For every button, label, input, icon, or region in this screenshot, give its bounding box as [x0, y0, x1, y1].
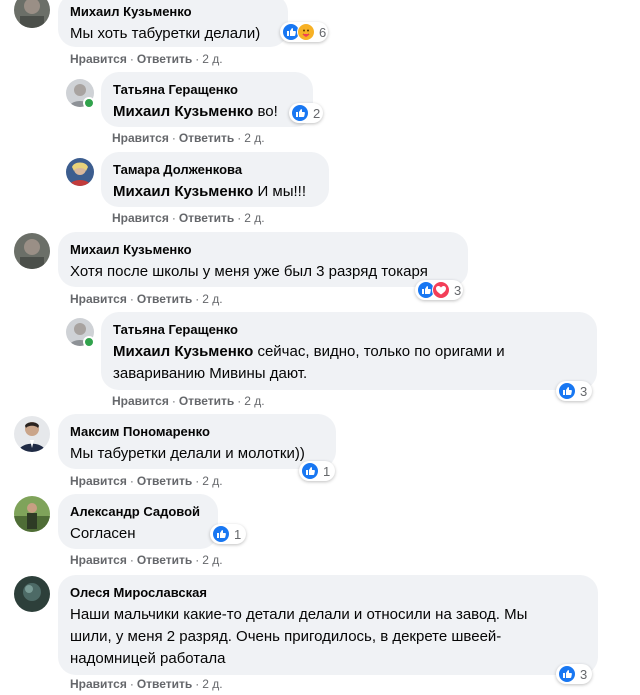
- like-button[interactable]: Нравится: [112, 211, 169, 225]
- love-reaction-icon: [432, 281, 450, 299]
- avatar[interactable]: [14, 233, 50, 269]
- like-reaction-icon: [301, 462, 319, 480]
- avatar[interactable]: [66, 158, 94, 186]
- like-button[interactable]: Нравится: [112, 131, 169, 145]
- comment-time[interactable]: 2 д.: [244, 131, 264, 145]
- comment-text: Михаил Кузьменко И мы!!!: [113, 183, 306, 200]
- comment-bubble: Михаил Кузьменко Хотя после школы у меня…: [58, 232, 468, 287]
- reply-button[interactable]: Ответить: [137, 292, 192, 306]
- like-reaction-icon: [291, 104, 309, 122]
- comment-author[interactable]: Александр Садовой: [70, 504, 206, 520]
- like-button[interactable]: Нравится: [70, 474, 127, 488]
- reaction-count: 1: [323, 463, 331, 479]
- comment-author[interactable]: Татьяна Геращенко: [113, 82, 301, 98]
- comment-author[interactable]: Михаил Кузьменко: [70, 242, 456, 258]
- like-reaction-icon: [558, 665, 576, 683]
- comment-actions: Нравится · Ответить · 2 д.: [112, 394, 265, 408]
- comment-text: Наши мальчики какие-то детали делали и о…: [70, 606, 528, 667]
- reply-button[interactable]: Ответить: [179, 394, 234, 408]
- comment-text: Мы хоть табуретки делали): [70, 25, 261, 42]
- comment-time[interactable]: 2 д.: [202, 292, 222, 306]
- like-button[interactable]: Нравится: [70, 292, 127, 306]
- like-reaction-icon: [558, 382, 576, 400]
- comment-time[interactable]: 2 д.: [202, 52, 222, 66]
- comment-bubble: Александр Садовой Согласен: [58, 494, 218, 549]
- reaction-summary[interactable]: 2: [289, 103, 323, 123]
- avatar[interactable]: [14, 416, 50, 452]
- comment-actions: Нравится · Ответить · 2 д.: [112, 131, 265, 145]
- comment-author[interactable]: Тамара Долженкова: [113, 162, 317, 178]
- reaction-count: 3: [580, 666, 588, 682]
- reaction-count: 3: [580, 383, 588, 399]
- reaction-count: 3: [454, 282, 462, 298]
- comment-text: Хотя после школы у меня уже был 3 разряд…: [70, 263, 428, 280]
- comment-time[interactable]: 2 д.: [244, 211, 264, 225]
- reaction-summary[interactable]: 1: [299, 461, 335, 481]
- like-reaction-icon: [212, 525, 230, 543]
- comment-time[interactable]: 2 д.: [202, 677, 222, 691]
- like-button[interactable]: Нравится: [70, 677, 127, 691]
- online-status-icon: [83, 336, 95, 348]
- reaction-count: 6: [319, 24, 327, 40]
- reply-button[interactable]: Ответить: [137, 677, 192, 691]
- comment-actions: Нравится · Ответить · 2 д.: [70, 474, 223, 488]
- comment-text: Михаил Кузьменко сейчас, видно, только п…: [113, 343, 505, 382]
- comment-bubble: Тамара Долженкова Михаил Кузьменко И мы!…: [101, 152, 329, 207]
- comment-bubble: Олеся Мирославская Наши мальчики какие-т…: [58, 575, 598, 675]
- online-status-icon: [83, 97, 95, 109]
- reaction-summary[interactable]: 1: [210, 524, 246, 544]
- comment-text: Михаил Кузьменко во!: [113, 103, 278, 120]
- reaction-count: 1: [234, 526, 242, 542]
- comment-time[interactable]: 2 д.: [202, 553, 222, 567]
- comment-bubble: Татьяна Геращенко Михаил Кузьменко во!: [101, 72, 313, 127]
- comment-actions: Нравится · Ответить · 2 д.: [70, 292, 223, 306]
- comment-author[interactable]: Максим Пономаренко: [70, 424, 324, 440]
- mention-link[interactable]: Михаил Кузьменко: [113, 103, 253, 120]
- reply-button[interactable]: Ответить: [179, 211, 234, 225]
- reaction-summary[interactable]: 3: [556, 664, 592, 684]
- reply-button[interactable]: Ответить: [137, 553, 192, 567]
- comment-bubble: Максим Пономаренко Мы табуретки делали и…: [58, 414, 336, 469]
- reaction-count: 2: [313, 105, 321, 121]
- avatar[interactable]: [14, 496, 50, 532]
- comment-time[interactable]: 2 д.: [202, 474, 222, 488]
- care-reaction-icon: [297, 23, 315, 41]
- comment-actions: Нравится · Ответить · 2 д.: [70, 553, 223, 567]
- comment-author[interactable]: Олеся Мирославская: [70, 585, 586, 601]
- comment-text: Согласен: [70, 525, 136, 542]
- comment-actions: Нравится · Ответить · 2 д.: [112, 211, 265, 225]
- comment-bubble: Михаил Кузьменко Мы хоть табуретки делал…: [58, 0, 288, 47]
- reply-button[interactable]: Ответить: [137, 474, 192, 488]
- comment-actions: Нравится · Ответить · 2 д.: [70, 677, 223, 691]
- like-button[interactable]: Нравится: [70, 52, 127, 66]
- reply-button[interactable]: Ответить: [137, 52, 192, 66]
- like-button[interactable]: Нравится: [70, 553, 127, 567]
- avatar[interactable]: [14, 576, 50, 612]
- like-button[interactable]: Нравится: [112, 394, 169, 408]
- mention-link[interactable]: Михаил Кузьменко: [113, 343, 253, 360]
- comment-time[interactable]: 2 д.: [244, 394, 264, 408]
- comment-author[interactable]: Михаил Кузьменко: [70, 4, 276, 20]
- comment-bubble: Татьяна Геращенко Михаил Кузьменко сейча…: [101, 312, 597, 390]
- reaction-summary[interactable]: 6: [280, 22, 328, 42]
- mention-link[interactable]: Михаил Кузьменко: [113, 183, 253, 200]
- avatar[interactable]: [14, 0, 50, 28]
- comment-author[interactable]: Татьяна Геращенко: [113, 322, 585, 338]
- comment-actions: Нравится · Ответить · 2 д.: [70, 52, 223, 66]
- reply-button[interactable]: Ответить: [179, 131, 234, 145]
- reaction-summary[interactable]: 3: [556, 381, 592, 401]
- reaction-summary[interactable]: 3: [415, 280, 463, 300]
- comment-text: Мы табуретки делали и молотки)): [70, 445, 305, 462]
